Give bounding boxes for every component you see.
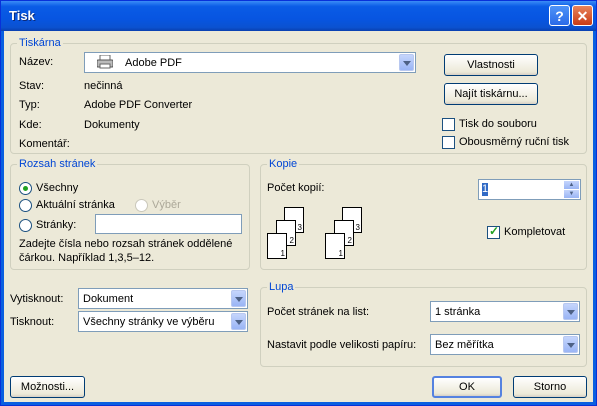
where-label: Kde: — [19, 119, 42, 131]
close-icon: ✕ — [576, 8, 589, 24]
page-range-legend: Rozsah stránek — [17, 157, 98, 171]
pages-input[interactable] — [95, 214, 242, 234]
print-value: Všechny stránky ve výběru — [83, 316, 215, 328]
chevron-down-icon[interactable] — [563, 303, 578, 320]
copies-count-label: Počet kopií: — [267, 182, 325, 194]
print-dropdown[interactable]: Všechny stránky ve výběru — [78, 311, 248, 332]
ok-button[interactable]: OK — [432, 376, 502, 398]
chevron-down-icon[interactable] — [231, 313, 246, 330]
manual-duplex-label[interactable]: Obousměrný ruční tisk — [459, 135, 569, 149]
copies-spinner[interactable]: 1 ▲ ▼ — [478, 179, 581, 200]
spin-down-icon[interactable]: ▼ — [564, 190, 579, 198]
chevron-down-icon[interactable] — [563, 336, 578, 353]
printer-icon — [96, 54, 114, 69]
collate-label[interactable]: Kompletovat — [504, 225, 565, 239]
type-value: Adobe PDF Converter — [84, 99, 193, 111]
scale-dropdown[interactable]: Bez měřítka — [430, 334, 580, 355]
printer-name-dropdown[interactable]: Adobe PDF — [84, 52, 416, 73]
printer-name-value: Adobe PDF — [125, 57, 182, 69]
print-what-dropdown[interactable]: Dokument — [78, 288, 248, 309]
page-range-hint: Zadejte čísla nebo rozsah stránek odděle… — [19, 238, 233, 264]
copies-group: Kopie Počet kopií: 1 ▲ ▼ 3 2 1 3 2 1 Kom… — [260, 157, 587, 270]
chevron-down-icon[interactable] — [399, 54, 414, 71]
chevron-down-icon[interactable] — [231, 290, 246, 307]
collate-illustration: 3 2 1 3 2 1 — [267, 207, 407, 267]
dialog-body: Tiskárna Název: Adobe PDF Stav: nečinná … — [4, 31, 593, 402]
pages-radio[interactable] — [19, 219, 32, 232]
scale-label: Nastavit podle velikosti papíru: — [267, 339, 417, 351]
sheet-icon: 1 — [267, 233, 287, 259]
page-range-group: Rozsah stránek Všechny Aktuální stránka … — [10, 157, 250, 270]
close-button[interactable]: ✕ — [572, 5, 593, 26]
print-dialog: Tisk ? ✕ Tiskárna Název: Adobe PDF Stav:… — [0, 0, 597, 406]
selection-label: Výběr — [152, 199, 181, 211]
pages-label[interactable]: Stránky: — [36, 218, 76, 232]
zoom-legend: Lupa — [267, 280, 296, 294]
copies-count-value: 1 — [482, 183, 489, 196]
comment-label: Komentář: — [19, 138, 70, 150]
where-value: Dokumenty — [84, 119, 140, 131]
selection-radio[interactable] — [135, 199, 148, 212]
sheet-icon: 1 — [325, 233, 345, 259]
help-button[interactable]: ? — [549, 5, 570, 26]
copies-legend: Kopie — [267, 157, 300, 171]
options-button[interactable]: Možnosti... — [10, 376, 85, 398]
status-label: Stav: — [19, 80, 45, 92]
collate-checkbox[interactable] — [487, 224, 500, 239]
current-page-radio[interactable] — [19, 199, 32, 212]
printer-legend: Tiskárna — [17, 36, 63, 50]
find-printer-button[interactable]: Najít tiskárnu... — [444, 83, 538, 105]
printer-group: Tiskárna Název: Adobe PDF Stav: nečinná … — [10, 36, 587, 154]
pages-per-sheet-dropdown[interactable]: 1 stránka — [430, 301, 580, 322]
manual-duplex-checkbox[interactable] — [442, 136, 455, 149]
all-pages-label[interactable]: Všechny — [36, 181, 78, 195]
dialog-title: Tisk — [9, 8, 35, 23]
status-value: nečinná — [84, 80, 123, 92]
print-to-file-label[interactable]: Tisk do souboru — [459, 117, 537, 131]
printer-name-label: Název: — [19, 56, 54, 68]
current-page-label[interactable]: Aktuální stránka — [36, 198, 115, 212]
all-pages-radio[interactable] — [19, 182, 32, 195]
properties-button[interactable]: Vlastnosti — [444, 54, 538, 76]
type-label: Typ: — [19, 99, 40, 111]
print-label: Tisknout: — [10, 316, 55, 328]
print-to-file-checkbox[interactable] — [442, 118, 455, 131]
title-bar[interactable]: Tisk ? ✕ — [1, 1, 596, 31]
scale-value: Bez měřítka — [435, 339, 494, 351]
question-mark-icon: ? — [555, 8, 564, 24]
spin-up-icon[interactable]: ▲ — [564, 181, 579, 189]
print-what-label: Vytisknout: — [10, 293, 64, 305]
pages-per-sheet-value: 1 stránka — [435, 306, 481, 318]
print-what-value: Dokument — [83, 293, 134, 305]
zoom-group: Lupa Počet stránek na list: 1 stránka Na… — [260, 280, 587, 367]
cancel-button[interactable]: Storno — [513, 376, 587, 398]
pages-per-sheet-label: Počet stránek na list: — [267, 306, 370, 318]
